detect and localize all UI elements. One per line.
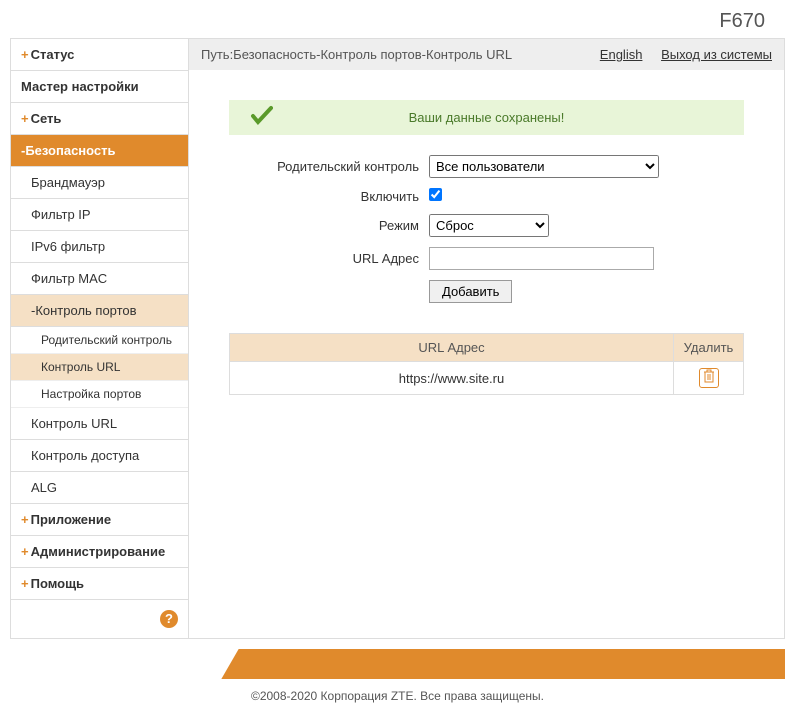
english-link[interactable]: English	[600, 47, 643, 62]
success-banner: Ваши данные сохранены!	[229, 100, 744, 135]
nav-administration[interactable]: +Администрирование	[11, 536, 188, 568]
url-cell: https://www.site.ru	[230, 362, 674, 395]
mode-label: Режим	[229, 218, 429, 233]
enable-label: Включить	[229, 189, 429, 204]
add-button[interactable]: Добавить	[429, 280, 512, 303]
nav-network[interactable]: +Сеть	[11, 103, 188, 135]
footer-stripe	[10, 649, 785, 679]
nav-url-control-sub[interactable]: Контроль URL	[11, 354, 188, 381]
parental-label: Родительский контроль	[229, 159, 429, 174]
parental-select[interactable]: Все пользователи	[429, 155, 659, 178]
nav-url-control[interactable]: Контроль URL	[11, 408, 188, 440]
nav-wizard[interactable]: Мастер настройки	[11, 71, 188, 103]
nav-alg[interactable]: ALG	[11, 472, 188, 504]
delete-header: Удалить	[674, 334, 744, 362]
nav-security[interactable]: -Безопасность	[11, 135, 188, 167]
nav-application[interactable]: +Приложение	[11, 504, 188, 536]
nav-firewall[interactable]: Брандмауэр	[11, 167, 188, 199]
model-label: F670	[719, 10, 765, 32]
success-text: Ваши данные сохранены!	[409, 110, 565, 125]
logout-link[interactable]: Выход из системы	[661, 47, 772, 62]
nav-ipv6-filter[interactable]: IPv6 фильтр	[11, 231, 188, 263]
url-table: URL Адрес Удалить https://www.site.ru	[229, 333, 744, 395]
url-header: URL Адрес	[230, 334, 674, 362]
table-row: https://www.site.ru	[230, 362, 744, 395]
nav-status[interactable]: +Статус	[11, 39, 188, 71]
nav-access-control[interactable]: Контроль доступа	[11, 440, 188, 472]
help-icon-container: ?	[11, 600, 188, 638]
nav-mac-filter[interactable]: Фильтр MAC	[11, 263, 188, 295]
check-icon	[249, 104, 273, 131]
breadcrumb-bar: Путь:Безопасность-Контроль портов-Контро…	[189, 39, 784, 70]
nav-port-settings[interactable]: Настройка портов	[11, 381, 188, 408]
page-header: F670	[0, 0, 795, 38]
copyright: ©2008-2020 Корпорация ZTE. Все права защ…	[0, 679, 795, 713]
nav-parental-control[interactable]: Родительский контроль	[11, 327, 188, 354]
trash-icon	[703, 369, 715, 383]
sidebar: +Статус Мастер настройки +Сеть -Безопасн…	[10, 38, 188, 639]
nav-ip-filter[interactable]: Фильтр IP	[11, 199, 188, 231]
delete-button[interactable]	[699, 368, 719, 388]
url-label: URL Адрес	[229, 251, 429, 266]
nav-help[interactable]: +Помощь	[11, 568, 188, 600]
breadcrumb: Путь:Безопасность-Контроль портов-Контро…	[201, 47, 512, 62]
help-icon[interactable]: ?	[160, 610, 178, 628]
main-content: Путь:Безопасность-Контроль портов-Контро…	[188, 38, 785, 639]
url-input[interactable]	[429, 247, 654, 270]
mode-select[interactable]: Сброс	[429, 214, 549, 237]
enable-checkbox[interactable]	[429, 188, 442, 201]
nav-port-control[interactable]: -Контроль портов	[11, 295, 188, 327]
